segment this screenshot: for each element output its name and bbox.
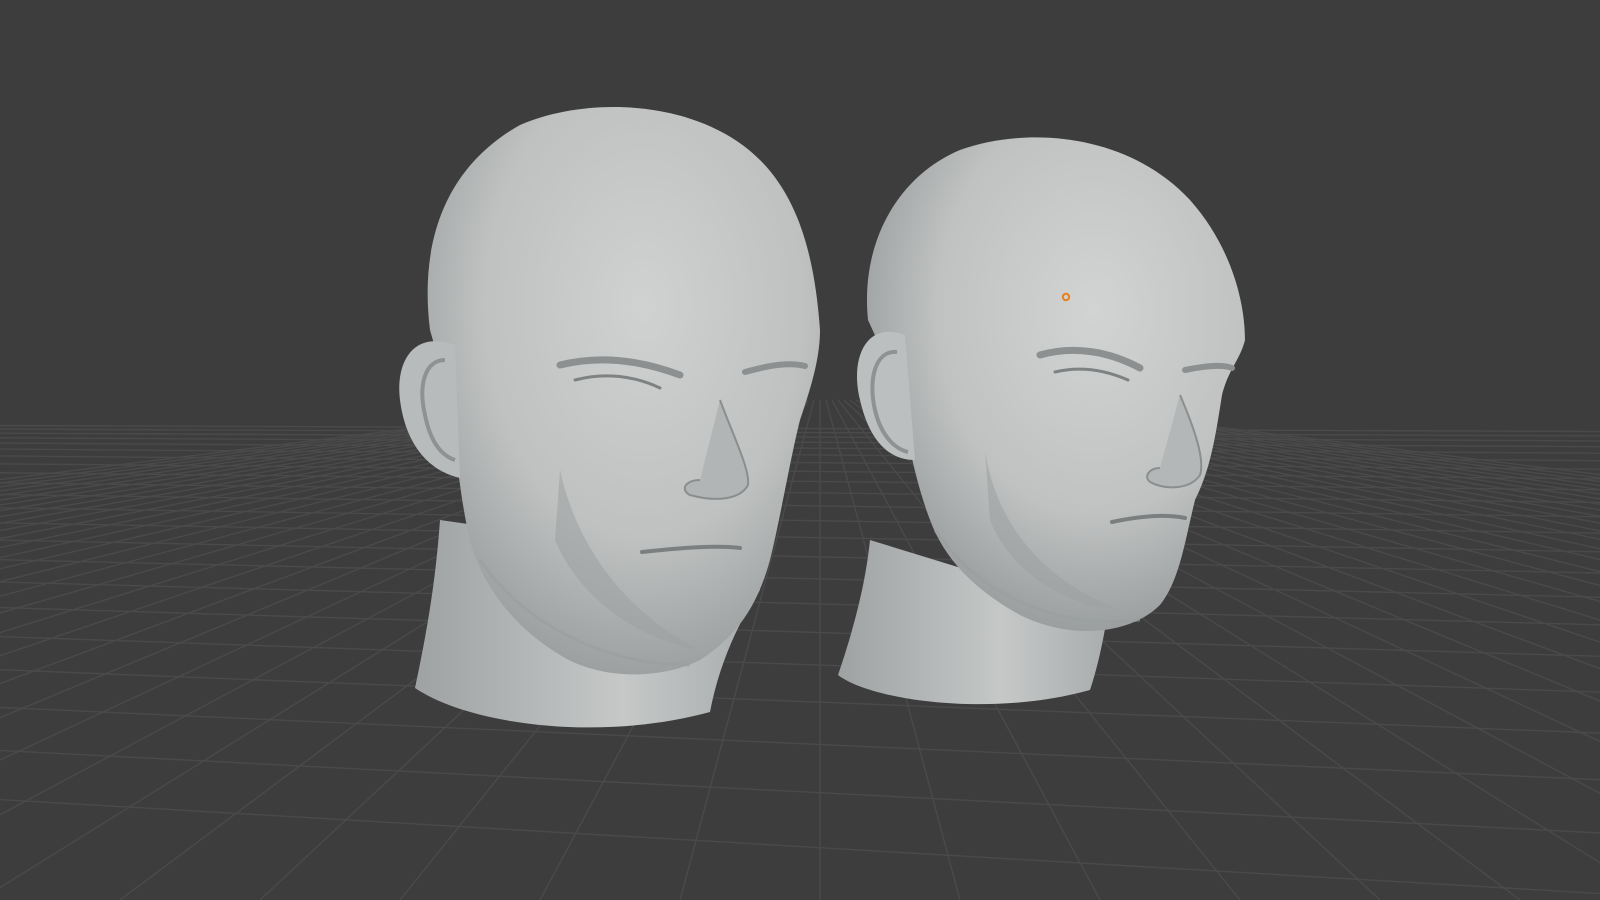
viewport-canvas[interactable] [0, 0, 1600, 900]
3d-viewport[interactable] [0, 0, 1600, 900]
